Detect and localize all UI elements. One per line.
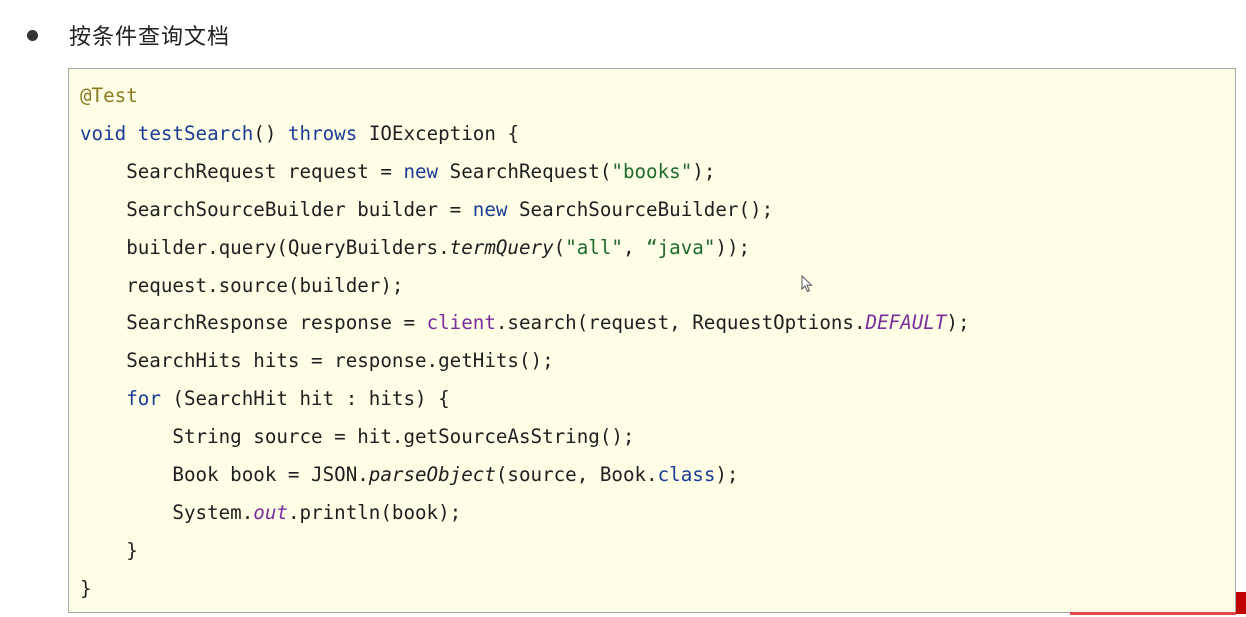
code-token: () — [253, 121, 288, 145]
code-token: builder.query(QueryBuilders. — [80, 235, 450, 259]
code-line: SearchResponse response = client.search(… — [80, 310, 970, 336]
code-token: testSearch — [137, 121, 254, 145]
decorative-corner-mark — [1236, 592, 1246, 614]
code-token: ( — [553, 235, 566, 259]
code-line: @Test — [80, 83, 138, 109]
code-token: DEFAULT — [865, 311, 947, 335]
code-token: request.source(builder); — [80, 273, 404, 297]
code-token: SearchHits hits = response.getHits(); — [80, 349, 554, 373]
code-token: termQuery — [449, 235, 554, 259]
code-token: (source, Book. — [495, 463, 658, 486]
code-token: String source = hit.getSourceAsString(); — [80, 425, 635, 449]
code-token: ); — [692, 159, 716, 183]
code-line: void testSearch() throws IOException { — [80, 121, 519, 147]
code-token: (SearchHit hit : hits) { — [160, 387, 450, 411]
code-token: SearchSourceBuilder builder = — [80, 197, 473, 221]
code-token: "all" — [565, 235, 623, 259]
heading-text: 按条件查询文档 — [69, 25, 231, 50]
code-token: new — [472, 197, 508, 221]
code-line: for (SearchHit hit : hits) { — [80, 386, 450, 412]
code-token: @Test — [80, 84, 138, 107]
code-token: System. — [80, 500, 254, 524]
code-token: SearchSourceBuilder(); — [507, 197, 774, 221]
code-token: client — [426, 311, 496, 335]
code-token: .println(book); — [287, 500, 462, 524]
code-line: } — [80, 538, 138, 564]
code-block: @Test void testSearch() throws IOExceptio… — [68, 68, 1236, 613]
code-token: } — [80, 576, 92, 600]
code-token: Book book = JSON. — [80, 463, 369, 486]
code-token: SearchResponse response = — [80, 311, 427, 335]
code-token: } — [80, 538, 138, 562]
code-line: String source = hit.getSourceAsString(); — [80, 424, 635, 450]
code-line: SearchHits hits = response.getHits(); — [80, 348, 554, 374]
code-token: IOException { — [357, 121, 520, 145]
code-token: ); — [946, 311, 970, 335]
section-heading: 按条件查询文档 — [27, 18, 230, 52]
decorative-underline — [1070, 612, 1236, 615]
code-token: ); — [715, 463, 739, 486]
code-token: )); — [715, 235, 751, 259]
code-line: } — [80, 576, 92, 602]
code-token: for — [126, 387, 161, 411]
code-token: “java" — [646, 235, 716, 259]
code-line: request.source(builder); — [80, 273, 403, 299]
code-line: Book book = JSON.parseObject(source, Boo… — [80, 462, 738, 488]
code-line: System.out.println(book); — [80, 500, 461, 526]
code-line: SearchSourceBuilder builder = new Search… — [80, 197, 773, 223]
code-token: "books" — [611, 159, 693, 183]
code-token: class — [657, 463, 716, 486]
code-line: SearchRequest request = new SearchReques… — [80, 159, 715, 185]
code-token: new — [403, 159, 439, 183]
code-token: throws — [287, 121, 358, 145]
mouse-pointer-icon — [801, 275, 813, 293]
code-token: , — [622, 235, 647, 259]
code-token: out — [253, 500, 288, 524]
code-token: void — [80, 121, 127, 145]
code-token: SearchRequest( — [438, 159, 612, 183]
bullet-icon — [27, 29, 38, 41]
code-token: .search(request, RequestOptions. — [495, 311, 866, 335]
code-token: parseObject — [368, 463, 496, 486]
code-token: SearchRequest request = — [80, 159, 404, 183]
code-line: builder.query(QueryBuilders.termQuery("a… — [80, 235, 750, 261]
